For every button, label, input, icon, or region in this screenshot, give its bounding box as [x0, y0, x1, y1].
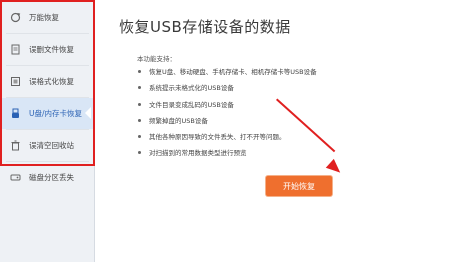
list-item: 文件目录变成乱码的USB设备 [137, 100, 317, 116]
feature-intro: 本功能支持： [137, 55, 176, 63]
sidebar: 万能恢复 误删文件恢复 误格式化恢复 U盘/内存卡恢复 误清空回收站 磁盘分区丢… [0, 0, 95, 262]
sidebar-nav: 万能恢复 误删文件恢复 误格式化恢复 U盘/内存卡恢复 误清空回收站 磁盘分区丢… [0, 2, 95, 193]
file-icon [10, 44, 21, 55]
usb-icon [10, 108, 21, 119]
sidebar-item-usb-card-recovery[interactable]: U盘/内存卡恢复 [0, 98, 95, 129]
sidebar-item-label: 磁盘分区丢失 [29, 173, 74, 182]
list-item: 对扫描到的常用数据类型进行预览 [137, 148, 317, 164]
sidebar-item-label: 误清空回收站 [29, 141, 74, 150]
main-panel: 恢复USB存储设备的数据 本功能支持： 恢复U盘、移动硬盘、手机存储卡、相机存储… [96, 0, 474, 262]
sidebar-item-label: 误格式化恢复 [29, 77, 74, 86]
refresh-icon [10, 12, 21, 23]
recycle-bin-icon [10, 140, 21, 151]
sidebar-item-universal-recovery[interactable]: 万能恢复 [0, 2, 95, 33]
sidebar-item-label: 误删文件恢复 [29, 45, 74, 54]
list-item: 系统提示未格式化的USB设备 [137, 83, 317, 99]
list-item: 频繁掉盘的USB设备 [137, 116, 317, 132]
annotation-arrow-head [325, 158, 345, 178]
list-item: 其他各种原因导致的文件丢失、打不开等问题。 [137, 132, 317, 148]
list-item: 恢复U盘、移动硬盘、手机存储卡、相机存储卡等USB设备 [137, 67, 317, 83]
feature-list: 恢复U盘、移动硬盘、手机存储卡、相机存储卡等USB设备 系统提示未格式化的USB… [137, 67, 317, 165]
sidebar-item-partition-lost[interactable]: 磁盘分区丢失 [0, 162, 95, 193]
sidebar-item-format-recovery[interactable]: 误格式化恢复 [0, 66, 95, 97]
active-pointer-icon [85, 107, 91, 119]
page-title: 恢复USB存储设备的数据 [119, 18, 291, 36]
sidebar-item-deleted-file-recovery[interactable]: 误删文件恢复 [0, 34, 95, 65]
sidebar-item-label: 万能恢复 [29, 13, 59, 22]
sidebar-item-recycle-bin-recovery[interactable]: 误清空回收站 [0, 130, 95, 161]
disk-icon [10, 172, 21, 183]
start-recovery-button[interactable]: 开始恢复 [266, 176, 332, 196]
format-icon [10, 76, 21, 87]
sidebar-item-label: U盘/内存卡恢复 [29, 109, 83, 118]
